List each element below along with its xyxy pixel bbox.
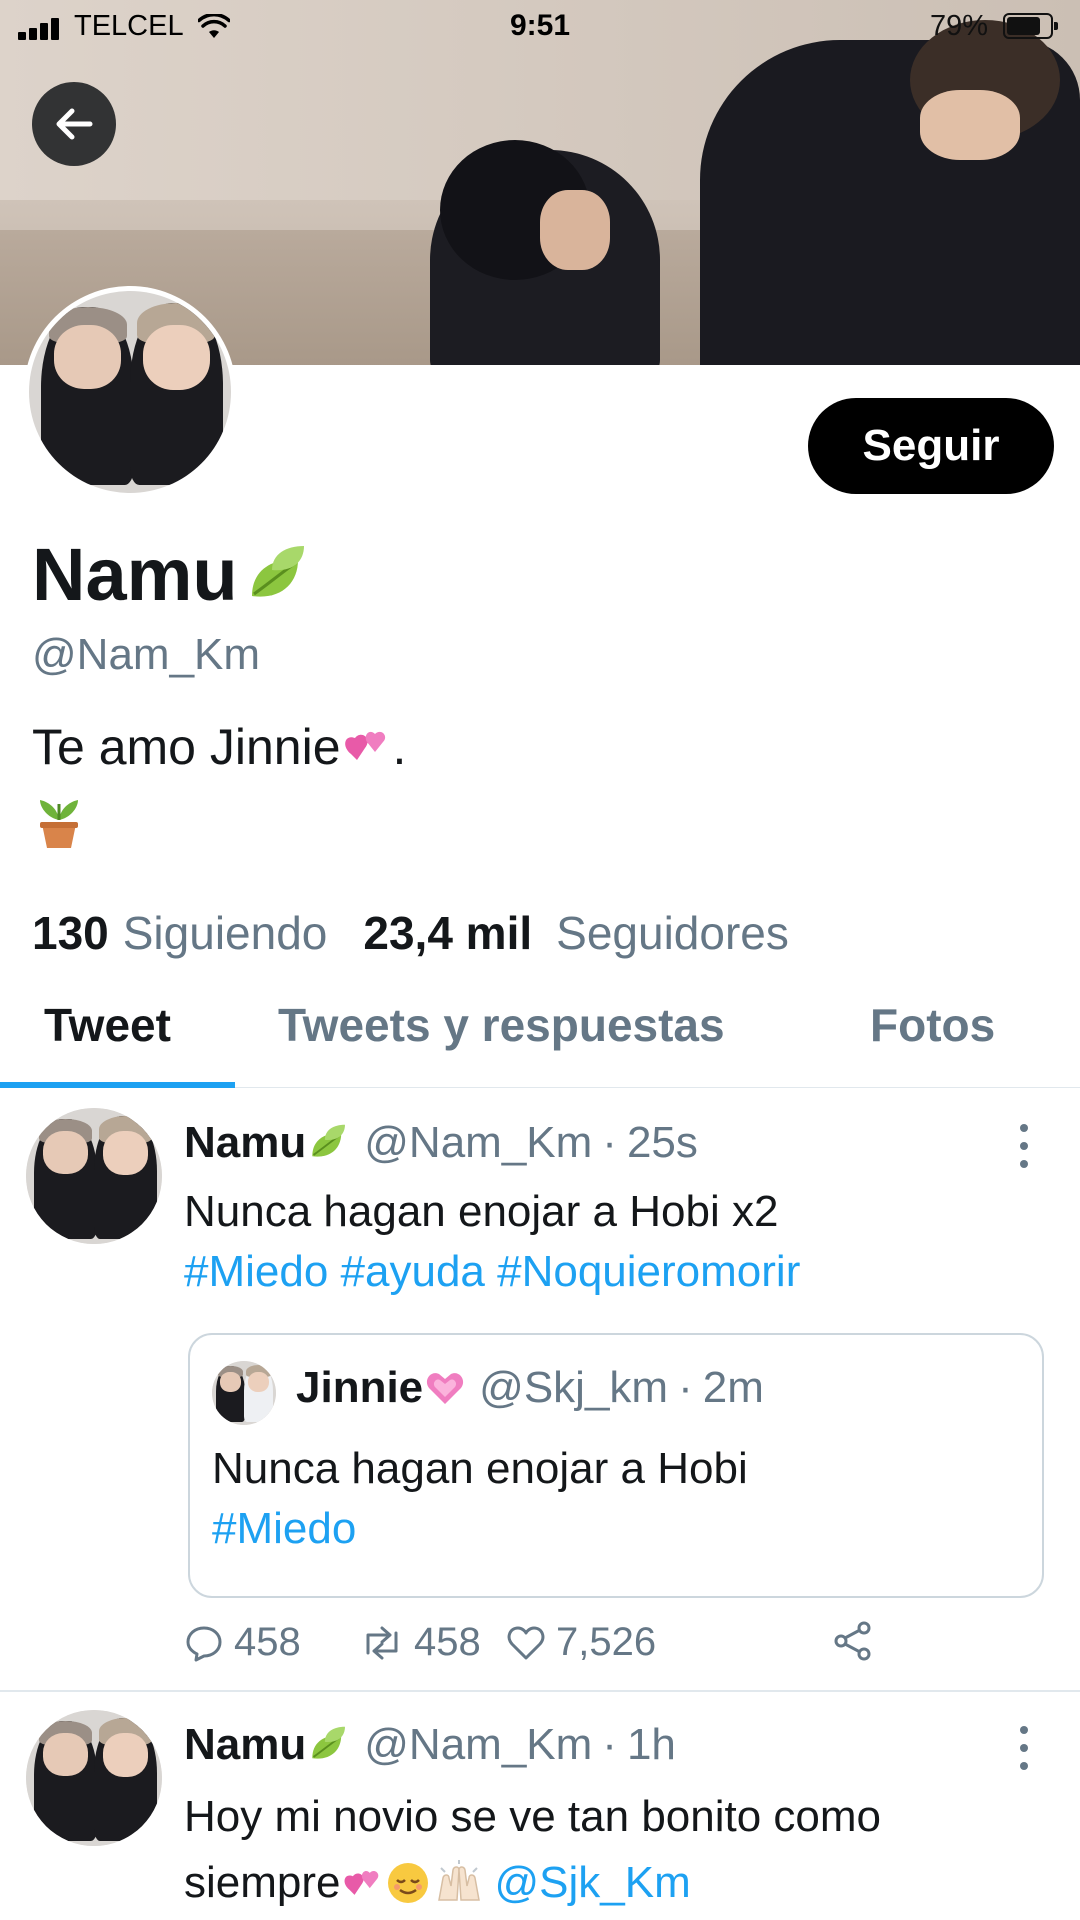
like-count: 7,526 bbox=[556, 1620, 657, 1664]
quoted-tweet-hashtag[interactable]: #Miedo bbox=[212, 1499, 748, 1559]
separator-dot: · bbox=[602, 1720, 617, 1769]
tweet-avatar[interactable] bbox=[26, 1108, 162, 1244]
battery-icon bbox=[1003, 13, 1058, 39]
two-hearts-icon bbox=[344, 1871, 378, 1895]
banner-person-left bbox=[430, 140, 660, 365]
tweet-mention[interactable]: @Sjk_Km bbox=[495, 1850, 691, 1916]
battery-percent: 79% bbox=[930, 10, 989, 42]
quoted-tweet-header: Jinnie @Skj_km · 2m bbox=[296, 1363, 764, 1413]
profile-tabs: Tweet Tweets y respuestas Fotos bbox=[0, 970, 1080, 1088]
arrow-left-icon bbox=[56, 108, 93, 140]
bio-text: Te amo Jinnie bbox=[32, 719, 341, 775]
followers-label[interactable]: Seguidores bbox=[556, 906, 789, 960]
share-button[interactable] bbox=[832, 1620, 884, 1662]
retweet-icon bbox=[366, 1626, 398, 1659]
clock: 9:51 bbox=[509, 9, 571, 42]
potted-plant-icon bbox=[40, 800, 78, 848]
bio-end: . bbox=[392, 719, 407, 775]
like-button[interactable]: 7,526 bbox=[506, 1620, 656, 1665]
raising-hands-icon bbox=[437, 1860, 480, 1901]
tweet-body-line1: Hoy mi novio se ve tan bonito como bbox=[184, 1792, 882, 1841]
profile-avatar[interactable] bbox=[24, 286, 236, 498]
following-count[interactable]: 130 bbox=[32, 906, 109, 960]
tweet-body-line2: siempre @Sjk_Km bbox=[184, 1850, 1044, 1916]
tweet-header: Namu @Nam_Km · 25s bbox=[184, 1118, 698, 1168]
profile-handle: @Nam_Km bbox=[32, 630, 261, 679]
tweet-author-handle[interactable]: @Nam_Km bbox=[364, 1720, 592, 1770]
quoted-tweet-body: Nunca hagan enojar a Hobi bbox=[212, 1444, 748, 1493]
tweet-time: 1h bbox=[626, 1720, 676, 1769]
tweet-text: Hoy mi novio se ve tan bonito como siemp… bbox=[184, 1784, 1044, 1916]
avatar bbox=[29, 291, 231, 493]
profile-stats: 130 Siguiendo 23,4 mil Seguidores bbox=[32, 906, 789, 960]
leaf-icon bbox=[312, 1124, 346, 1157]
quoted-author-handle: @Skj_km bbox=[479, 1363, 669, 1412]
quoted-author-name: Jinnie bbox=[296, 1363, 424, 1412]
retweet-button[interactable]: 458 bbox=[360, 1620, 481, 1665]
tweet-body: Nunca hagan enojar a Hobi x2 bbox=[184, 1187, 779, 1236]
back-button[interactable] bbox=[32, 82, 116, 166]
tweet-text: Nunca hagan enojar a Hobi x2 #Miedo #ayu… bbox=[184, 1182, 1044, 1302]
separator-dot: · bbox=[602, 1118, 617, 1167]
tweet-author-handle[interactable]: @Nam_Km bbox=[364, 1118, 592, 1168]
heart-icon bbox=[507, 1626, 545, 1659]
follow-button[interactable]: Seguir bbox=[808, 398, 1054, 494]
tweet-avatar[interactable] bbox=[26, 1710, 162, 1846]
tab-tweets[interactable]: Tweet bbox=[44, 998, 171, 1052]
profile-name: Namu bbox=[32, 532, 312, 617]
share-icon bbox=[834, 1621, 871, 1661]
reply-button[interactable]: 458 bbox=[184, 1620, 301, 1665]
more-options-icon[interactable] bbox=[1014, 1726, 1034, 1770]
status-bar: TELCEL 9:51 79% bbox=[0, 0, 1080, 54]
tab-tweets-and-replies[interactable]: Tweets y respuestas bbox=[278, 998, 725, 1052]
profile-bio: Te amo Jinnie . bbox=[32, 718, 406, 776]
leaf-icon bbox=[312, 1726, 346, 1759]
reply-icon bbox=[186, 1626, 222, 1661]
growing-heart-icon bbox=[427, 1373, 464, 1404]
profile-name-text: Namu bbox=[32, 533, 238, 616]
tweet-author-name[interactable]: Namu bbox=[184, 1118, 306, 1168]
tab-photos[interactable]: Fotos bbox=[870, 998, 995, 1052]
quoted-tweet-text: Nunca hagan enojar a Hobi #Miedo bbox=[212, 1439, 748, 1559]
tweet-divider bbox=[0, 1690, 1080, 1692]
tweet-header: Namu @Nam_Km · 1h bbox=[184, 1720, 676, 1770]
following-label[interactable]: Siguiendo bbox=[123, 906, 328, 960]
quoted-tweet-avatar bbox=[212, 1361, 276, 1425]
retweet-count: 458 bbox=[414, 1620, 481, 1664]
tweet-body-text: siempre bbox=[184, 1858, 341, 1907]
active-tab-indicator bbox=[0, 1082, 235, 1088]
tweet-time: 25s bbox=[626, 1118, 698, 1167]
separator-dot: · bbox=[678, 1363, 693, 1412]
reply-count: 458 bbox=[234, 1620, 301, 1664]
leaf-icon bbox=[251, 545, 304, 597]
relieved-face-icon bbox=[387, 1863, 428, 1903]
quoted-tweet[interactable]: Jinnie @Skj_km · 2m Nunca hagan enojar a… bbox=[188, 1333, 1044, 1598]
two-hearts-icon bbox=[344, 731, 385, 760]
followers-count[interactable]: 23,4 mil bbox=[363, 906, 532, 960]
tweet-hashtags[interactable]: #Miedo #ayuda #Noquieromorir bbox=[184, 1242, 1044, 1302]
tweet-actions: 458 458 7,526 bbox=[184, 1620, 1044, 1670]
more-options-icon[interactable] bbox=[1014, 1124, 1034, 1168]
quoted-tweet-time: 2m bbox=[702, 1363, 764, 1412]
tweet-author-name[interactable]: Namu bbox=[184, 1720, 306, 1770]
banner-person-right bbox=[700, 20, 1080, 365]
